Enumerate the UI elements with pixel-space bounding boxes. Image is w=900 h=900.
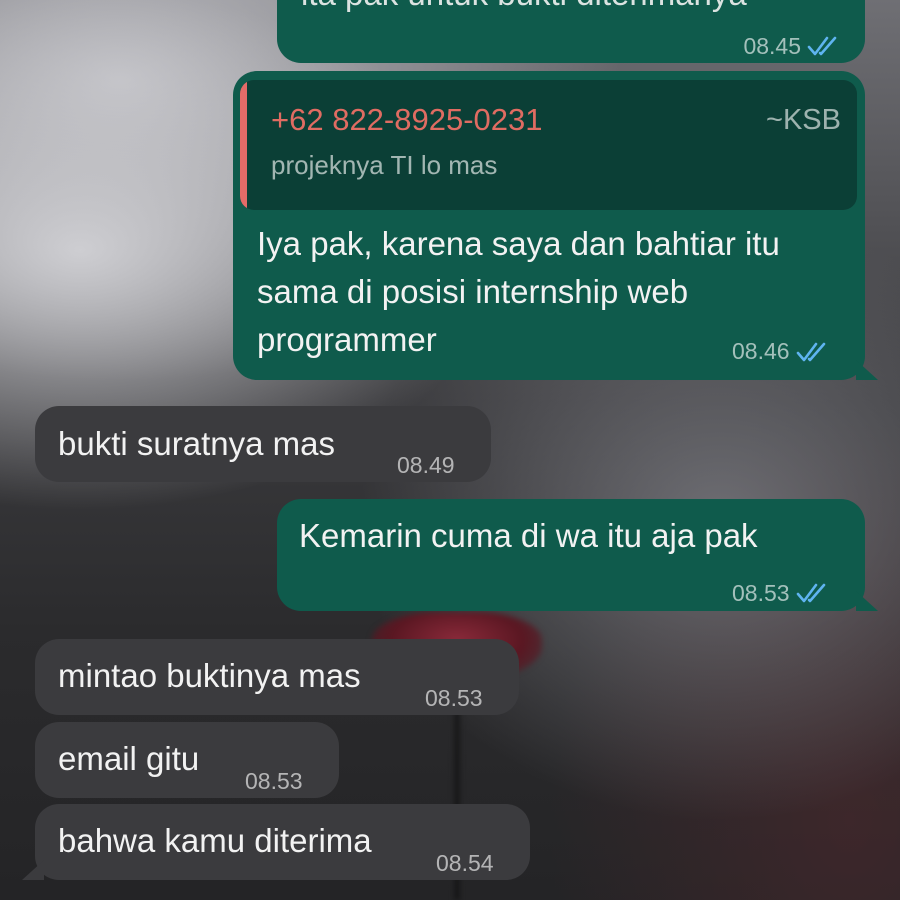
message-text: mintao buktinya mas: [58, 657, 361, 694]
message-time: 08.49: [397, 452, 455, 478]
message-time: 08.53: [245, 768, 303, 794]
quote-accent-bar: [240, 80, 247, 210]
message-text: bukti suratnya mas: [58, 425, 335, 462]
message-time-group: 08.53: [732, 569, 832, 617]
message-time: 08.46: [732, 338, 790, 364]
double-check-icon: [796, 342, 825, 361]
message-text: email gitu: [58, 740, 200, 777]
incoming-message[interactable]: mintao buktinya mas 08.53: [35, 639, 519, 715]
bubble-tail: [22, 860, 44, 880]
incoming-message[interactable]: bahwa kamu diterima 08.54: [35, 804, 530, 880]
message-time-group: 08.46: [732, 338, 832, 365]
double-check-icon: [807, 36, 837, 56]
incoming-message[interactable]: email gitu 08.53: [35, 722, 339, 798]
message-time-group: 08.45: [743, 22, 843, 70]
message-text: Kemarin cuma di wa itu aja pak: [299, 517, 758, 554]
incoming-message[interactable]: bukti suratnya mas 08.49: [35, 406, 491, 482]
quote-sender-tag: ~KSB: [766, 104, 841, 136]
double-check-icon: [796, 583, 825, 603]
outgoing-message[interactable]: Kemarin cuma di wa itu aja pak 08.53: [277, 499, 865, 611]
message-text: ita pak untuk bukti diterimanya: [301, 0, 747, 18]
message-time: 08.54: [436, 850, 494, 876]
reply-quote[interactable]: +62 822-8925-0231 ~KSB projeknya TI lo m…: [240, 80, 857, 210]
bubble-tail: [856, 591, 878, 611]
bubble-tail: [856, 360, 878, 380]
message-time: 08.53: [732, 580, 790, 606]
quote-text: projeknya TI lo mas: [271, 150, 498, 180]
message-text: bahwa kamu diterima: [58, 822, 372, 859]
message-time: 08.53: [425, 685, 483, 711]
outgoing-message[interactable]: ita pak untuk bukti diterimanya 08.45: [277, 0, 865, 63]
quote-sender: +62 822-8925-0231: [271, 102, 543, 137]
message-time: 08.45: [743, 33, 801, 59]
